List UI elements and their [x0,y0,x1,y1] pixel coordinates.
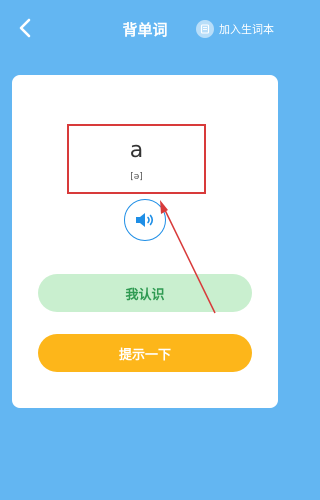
hint-button[interactable]: 提示一下 [38,334,252,372]
pronounce-button[interactable] [124,199,166,241]
top-bar: 背单词 加入生词本 [0,0,290,60]
word-phonetic: [ə] [130,172,143,182]
word-text: a [129,138,144,163]
add-to-vocab-button[interactable]: 加入生词本 [196,19,274,39]
notebook-icon [196,20,214,38]
speaker-icon [136,213,154,227]
word-highlight-box: a [ə] [67,124,206,194]
i-know-button[interactable]: 我认识 [38,274,252,312]
add-to-vocab-label: 加入生词本 [219,23,274,36]
